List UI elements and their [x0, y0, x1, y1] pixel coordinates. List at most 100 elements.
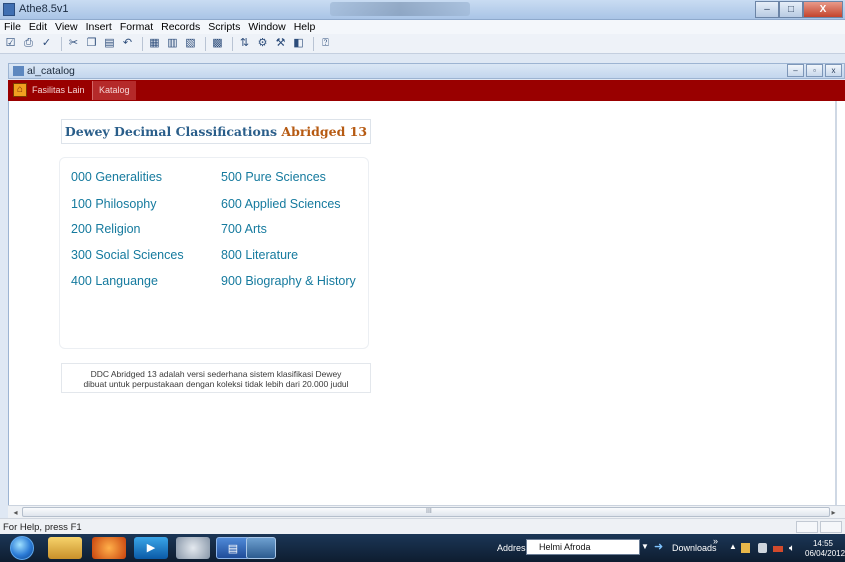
ddc-note: DDC Abridged 13 adalah versi sederhana s… [61, 363, 371, 393]
word-icon[interactable]: ▤ [216, 537, 250, 559]
find-icon[interactable]: ▩ [210, 36, 225, 51]
firefox-icon[interactable] [92, 537, 126, 559]
note-line-2: dibuat untuk perpustakaan dengan koleksi… [83, 379, 349, 389]
checkbox-icon[interactable]: ☑ [3, 36, 18, 51]
menu-edit[interactable]: Edit [25, 20, 51, 34]
class-link-400[interactable]: 400 Languange [71, 274, 158, 288]
menu-scripts[interactable]: Scripts [204, 20, 244, 34]
taskbar: ▶ ▤ Address Helmi Afroda ▼ ➜ Downloads »… [0, 534, 845, 562]
horizontal-scrollbar[interactable]: ◂ III ▸ [8, 505, 845, 518]
database-icon [13, 66, 24, 76]
status-pane [796, 521, 818, 533]
class-link-500[interactable]: 500 Pure Sciences [221, 170, 326, 184]
class-link-900[interactable]: 900 Biography & History [221, 274, 356, 288]
child-close-button[interactable]: x [825, 64, 842, 77]
ddc-title-card: Dewey Decimal Classifications Abridged 1… [61, 119, 371, 144]
toolbar-separator [205, 36, 206, 51]
toolbar-separator [313, 36, 314, 51]
clock[interactable]: 14:55 06/04/2012 [805, 539, 845, 559]
app-icon [3, 3, 15, 16]
clock-time: 14:55 [812, 539, 834, 548]
status-pane [820, 521, 842, 533]
volume-icon[interactable]: 🔈︎ [789, 543, 801, 554]
downloads-toolbar[interactable]: Downloads [672, 543, 717, 553]
tab-katalog[interactable]: Katalog [92, 81, 136, 100]
go-arrow-icon[interactable]: ➜ [654, 540, 663, 553]
child-restore-button[interactable]: ▫ [806, 64, 823, 77]
ddc-title-accent: Abridged 13 [281, 124, 368, 139]
device-icon[interactable] [758, 543, 767, 553]
tab-fasilitas-lain[interactable]: Fasilitas Lain [26, 81, 91, 100]
menu-insert[interactable]: Insert [82, 20, 116, 34]
print-icon[interactable]: ⎙ [21, 36, 36, 51]
class-link-600[interactable]: 600 Applied Sciences [221, 197, 341, 211]
app-title: Athe8.5v1 [19, 3, 69, 15]
status-text: For Help, press F1 [3, 522, 82, 533]
document-glyph-icon: ▤ [227, 543, 239, 555]
child-window-titlebar: al_catalog – ▫ x [8, 63, 845, 79]
toolbar-separator [61, 36, 62, 51]
menu-format[interactable]: Format [116, 20, 157, 34]
menu-file[interactable]: File [0, 20, 25, 34]
network-signal-icon[interactable] [773, 546, 783, 552]
browse-icon[interactable]: ⚙ [255, 36, 270, 51]
action-center-flag-icon[interactable] [741, 543, 750, 553]
address-input[interactable]: Helmi Afroda [526, 539, 640, 555]
spellcheck-icon[interactable]: ✓ [39, 36, 54, 51]
duplicate-record-icon[interactable]: ▥ [165, 36, 180, 51]
file-explorer-icon[interactable] [48, 537, 82, 559]
ddc-title: Dewey Decimal Classifications [64, 124, 278, 139]
toolbar: ☑ ⎙ ✓ ✂ ❐ ▤ ↶ ▦ ▥ ▧ ▩ ⇅ ⚙ ⚒ ◧ ⍰ [0, 34, 845, 54]
menu-window[interactable]: Window [244, 20, 289, 34]
new-record-icon[interactable]: ▦ [147, 36, 162, 51]
start-button-icon[interactable] [10, 536, 34, 560]
status-bar: For Help, press F1 [0, 518, 845, 534]
menu-records[interactable]: Records [157, 20, 204, 34]
class-link-700[interactable]: 700 Arts [221, 222, 267, 236]
menu-view[interactable]: View [51, 20, 82, 34]
class-link-200[interactable]: 200 Religion [71, 222, 141, 236]
class-link-300[interactable]: 300 Social Sciences [71, 248, 184, 262]
toolbar-overflow-icon[interactable]: » [713, 536, 718, 546]
help-icon[interactable]: ⍰ [318, 36, 333, 51]
app-titlebar: Athe8.5v1 – □ X [0, 0, 845, 20]
vertical-edge [835, 101, 837, 505]
window-controls: – □ X [755, 1, 843, 18]
undo-icon[interactable]: ↶ [120, 36, 135, 51]
delete-record-icon[interactable]: ▧ [183, 36, 198, 51]
scrollbar-grip: III [426, 508, 432, 515]
mdi-background [0, 55, 845, 63]
menu-help[interactable]: Help [290, 20, 320, 34]
scrollbar-thumb[interactable]: III [22, 507, 830, 517]
preview-icon[interactable]: ◧ [291, 36, 306, 51]
class-link-100[interactable]: 100 Philosophy [71, 197, 156, 211]
sort-icon[interactable]: ⇅ [237, 36, 252, 51]
maximize-button[interactable]: □ [779, 1, 803, 18]
paste-icon[interactable]: ▤ [102, 36, 117, 51]
layout-icon[interactable]: ⚒ [273, 36, 288, 51]
home-icon[interactable]: ⌂ [13, 83, 27, 97]
tray-expand-icon[interactable]: ▲ [729, 542, 737, 551]
child-minimize-button[interactable]: – [787, 64, 804, 77]
class-link-800[interactable]: 800 Literature [221, 248, 298, 262]
scroll-right-arrow-icon[interactable]: ▸ [828, 507, 839, 518]
child-window-title: al_catalog [27, 65, 75, 77]
browser-icon[interactable] [176, 537, 210, 559]
nav-bar: ⌂ Fasilitas Lain Katalog [8, 80, 845, 101]
class-link-000[interactable]: 000 Generalities [71, 170, 162, 184]
child-window-controls: – ▫ x [785, 64, 842, 77]
address-dropdown-icon[interactable]: ▼ [641, 542, 649, 551]
copy-icon[interactable]: ❐ [84, 36, 99, 51]
close-button[interactable]: X [803, 1, 843, 18]
status-panes [794, 521, 842, 533]
play-glyph-icon: ▶ [146, 542, 156, 554]
toolbar-separator [232, 36, 233, 51]
media-player-icon[interactable]: ▶ [134, 537, 168, 559]
toolbar-separator [142, 36, 143, 51]
scroll-left-arrow-icon[interactable]: ◂ [10, 507, 21, 518]
app-task-icon[interactable] [246, 537, 276, 559]
minimize-button[interactable]: – [755, 1, 779, 18]
title-blurred-area [330, 2, 470, 16]
cut-icon[interactable]: ✂ [66, 36, 81, 51]
clock-date: 06/04/2012 [805, 549, 845, 558]
